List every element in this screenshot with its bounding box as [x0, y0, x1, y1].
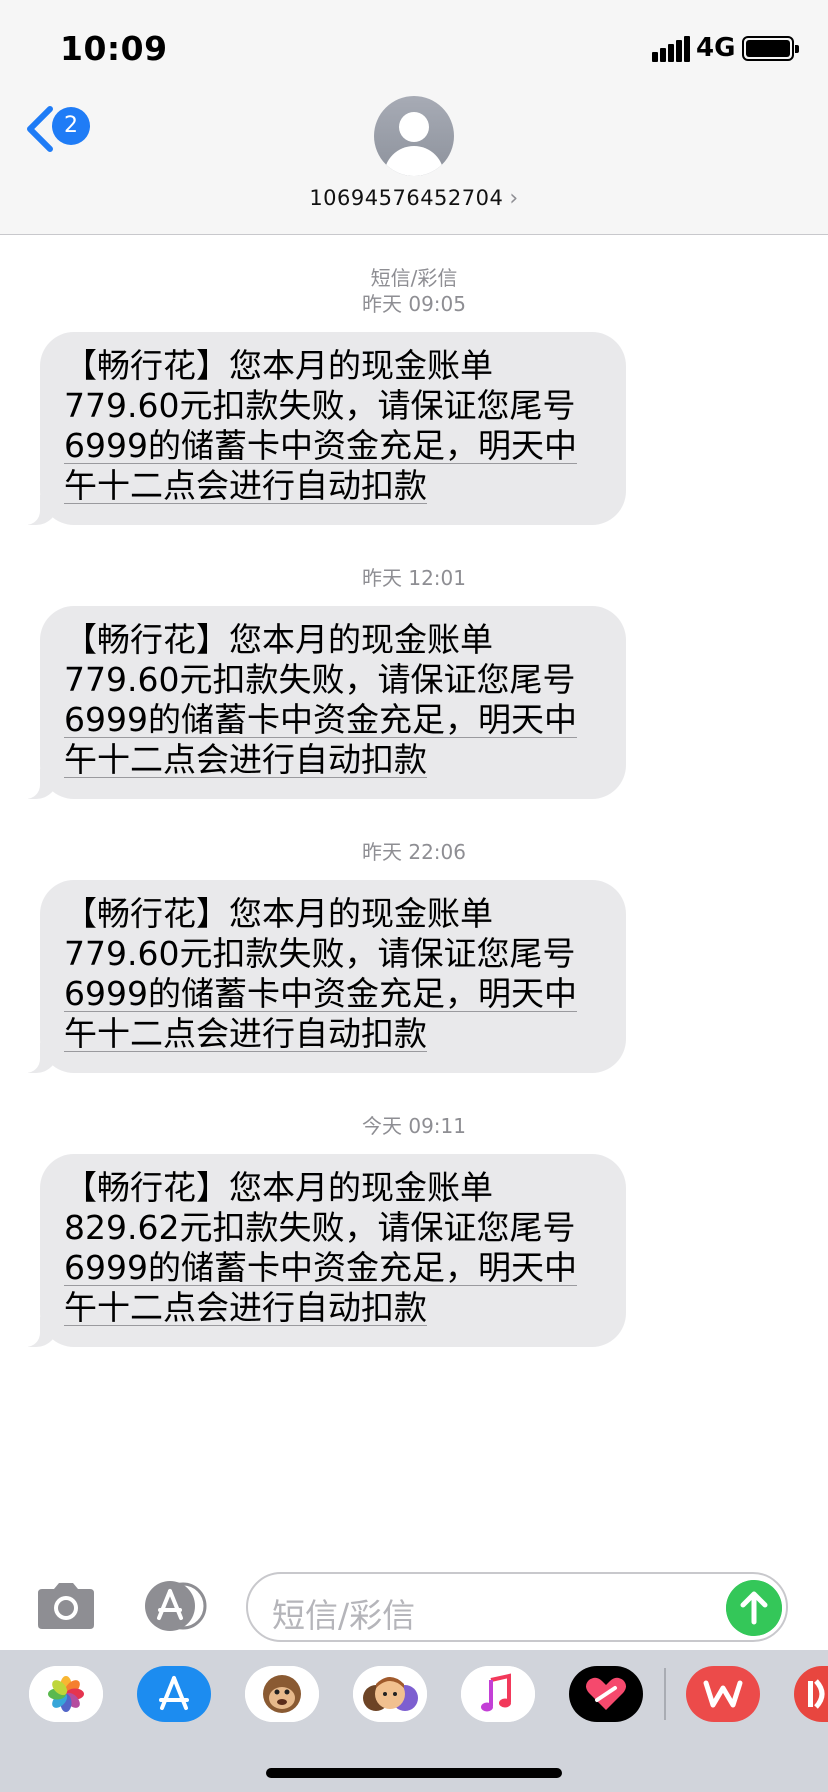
message-line-detected-date[interactable]: 6999的储蓄卡中资金充足，明天中: [64, 1248, 602, 1288]
music-icon[interactable]: [461, 1666, 535, 1722]
status-time: 10:09: [60, 29, 168, 68]
battery-icon: [742, 36, 799, 61]
message-line: 829.62元扣款失败，请保证您尾号: [64, 1208, 576, 1247]
send-arrow-icon[interactable]: [726, 1580, 782, 1636]
message-line: 【畅行花】您本月的现金账单: [64, 346, 493, 385]
memoji-icon[interactable]: [353, 1666, 427, 1722]
app-store-button-icon[interactable]: [140, 1580, 210, 1632]
unread-count-badge[interactable]: 2: [52, 107, 90, 145]
message-line: 【畅行花】您本月的现金账单: [64, 1168, 493, 1207]
imessage-app-drawer: [0, 1650, 828, 1792]
message-line: 779.60元扣款失败，请保证您尾号: [64, 660, 576, 699]
digital-touch-icon[interactable]: [569, 1666, 643, 1722]
message-input[interactable]: 短信/彩信: [246, 1572, 788, 1642]
drawer-divider: [664, 1668, 666, 1720]
camera-icon[interactable]: [34, 1581, 98, 1631]
battery-fill: [746, 40, 790, 57]
message-input-placeholder: 短信/彩信: [272, 1596, 416, 1635]
chevron-right-icon: ›: [509, 186, 519, 211]
photos-icon[interactable]: [29, 1666, 103, 1722]
contact-name-button[interactable]: 10694576452704 ›: [0, 186, 828, 211]
wps-icon[interactable]: [686, 1666, 760, 1722]
message-timestamp: 今天 09:11: [362, 1114, 466, 1138]
message-line-detected-date[interactable]: 6999的储蓄卡中资金充足，明天中: [64, 426, 602, 466]
message-line-detected-date[interactable]: 午十二点会进行自动扣款: [64, 1014, 602, 1054]
app-store-icon[interactable]: [137, 1666, 211, 1722]
message-line-detected-date[interactable]: 午十二点会进行自动扣款: [64, 1288, 602, 1328]
cellular-signal-icon: [652, 36, 690, 62]
message-line-detected-date[interactable]: 午十二点会进行自动扣款: [64, 466, 602, 506]
contact-number: 10694576452704: [309, 186, 504, 210]
message-line: 779.60元扣款失败，请保证您尾号: [64, 386, 576, 425]
message-line: 779.60元扣款失败，请保证您尾号: [64, 934, 576, 973]
conversation-header: 10:09 4G 2 10694576452704 ›: [0, 0, 828, 235]
message-bubble[interactable]: 【畅行花】您本月的现金账单 829.62元扣款失败，请保证您尾号 6999的储蓄…: [20, 1154, 626, 1347]
contact-avatar[interactable]: [374, 96, 454, 176]
message-line-detected-date[interactable]: 午十二点会进行自动扣款: [64, 740, 602, 780]
message-timestamp: 昨天 22:06: [362, 840, 466, 864]
status-bar: 10:09 4G: [0, 0, 828, 100]
network-type: 4G: [696, 33, 736, 63]
message-line: 【畅行花】您本月的现金账单: [64, 894, 493, 933]
message-bubble[interactable]: 【畅行花】您本月的现金账单 779.60元扣款失败，请保证您尾号 6999的储蓄…: [20, 332, 626, 525]
home-indicator[interactable]: [266, 1768, 562, 1778]
message-timestamp: 昨天 09:05: [362, 292, 466, 316]
message-line-detected-date[interactable]: 6999的储蓄卡中资金充足，明天中: [64, 974, 602, 1014]
message-line: 【畅行花】您本月的现金账单: [64, 620, 493, 659]
app-icon-partial[interactable]: [794, 1666, 828, 1722]
message-bubble[interactable]: 【畅行花】您本月的现金账单 779.60元扣款失败，请保证您尾号 6999的储蓄…: [20, 606, 626, 799]
message-bubble[interactable]: 【畅行花】您本月的现金账单 779.60元扣款失败，请保证您尾号 6999的储蓄…: [20, 880, 626, 1073]
animoji-icon[interactable]: [245, 1666, 319, 1722]
message-timestamp: 昨天 12:01: [362, 566, 466, 590]
message-type-label: 短信/彩信: [370, 266, 458, 290]
message-line-detected-date[interactable]: 6999的储蓄卡中资金充足，明天中: [64, 700, 602, 740]
